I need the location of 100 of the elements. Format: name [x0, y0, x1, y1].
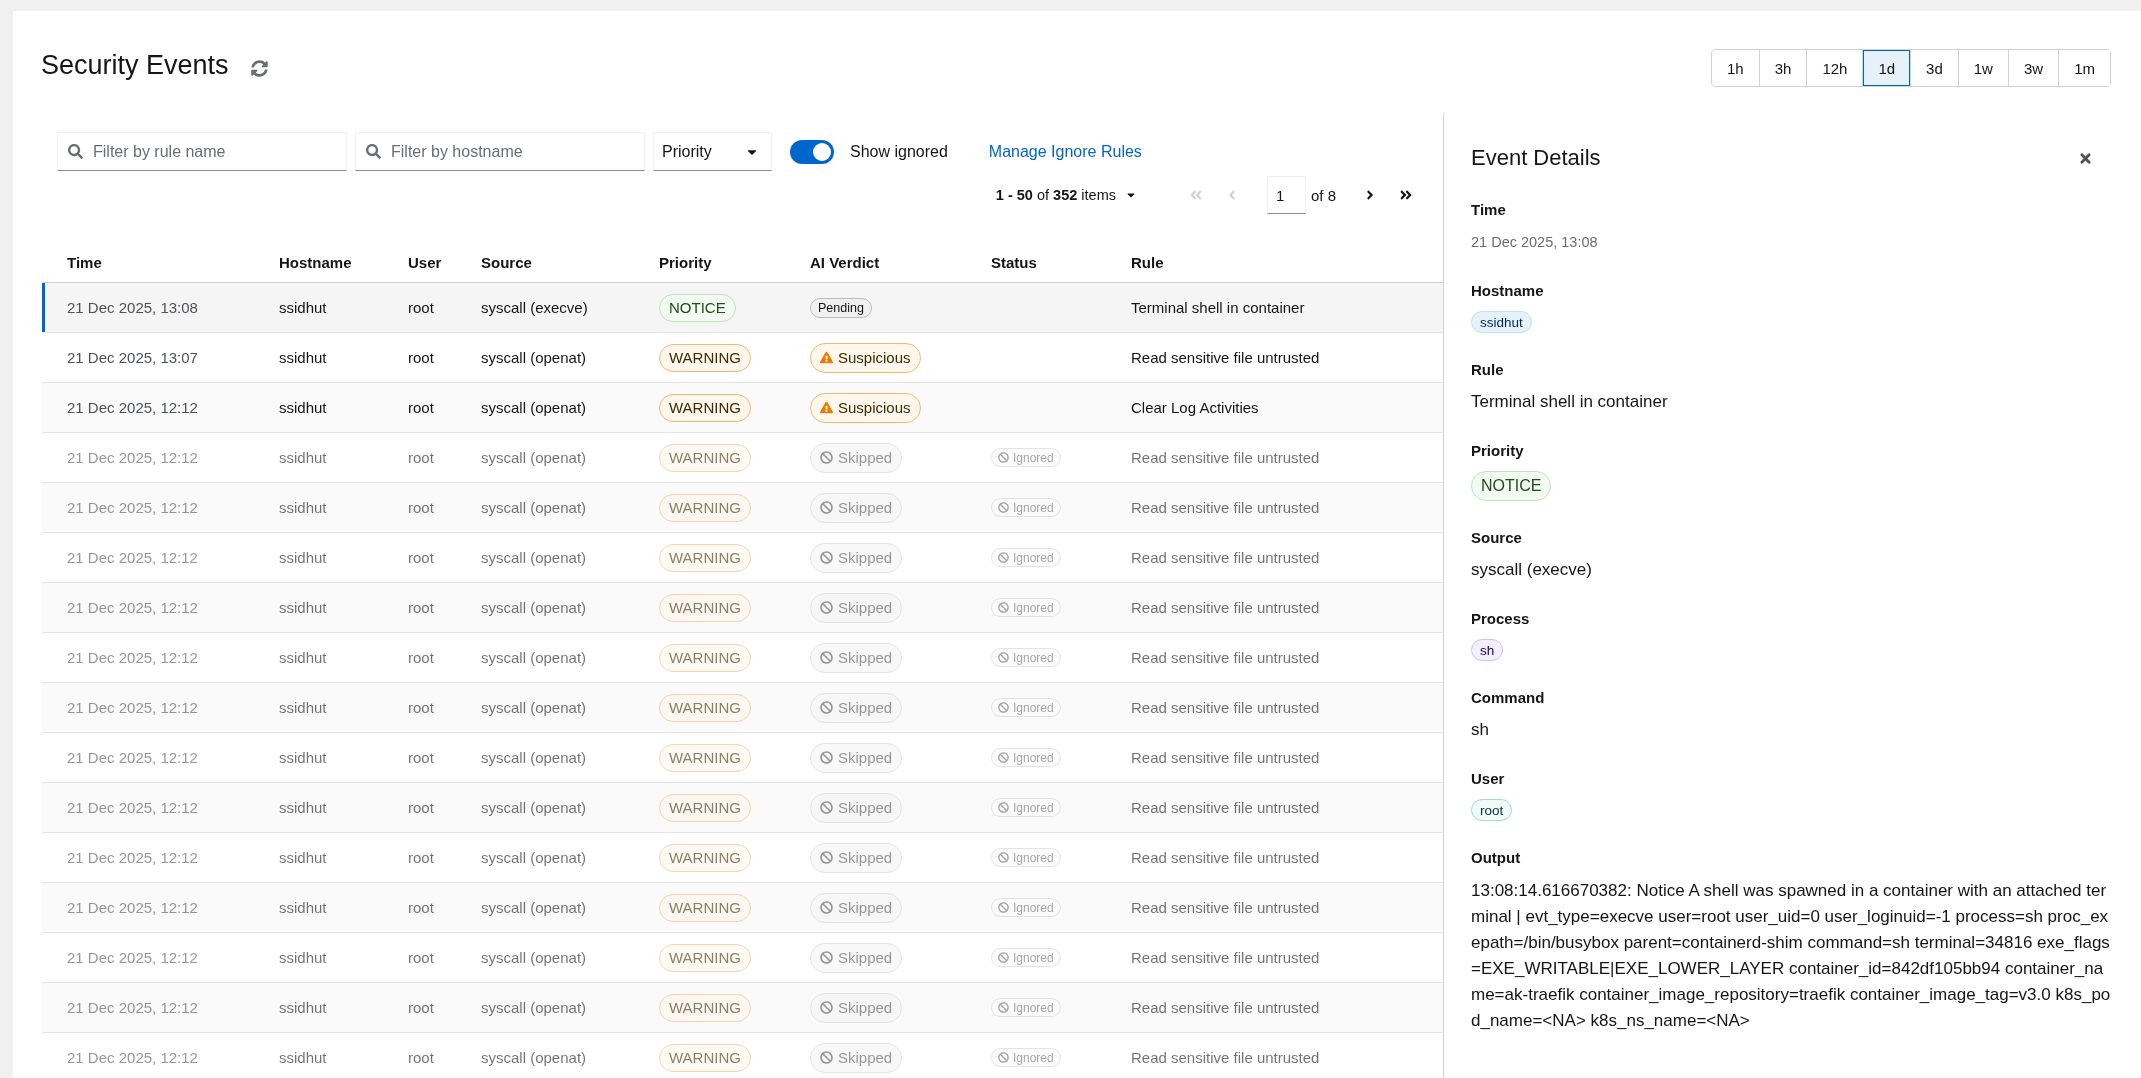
- ban-icon: [820, 1001, 833, 1014]
- search-field[interactable]: Filter by hostname: [355, 132, 645, 171]
- search-field[interactable]: Filter by rule name: [57, 132, 347, 171]
- status-label: Ignored: [1013, 750, 1054, 765]
- field-value: Terminal shell in container: [1471, 391, 1668, 413]
- time-text: 21 Dec 2025, 12:12: [67, 599, 198, 616]
- hostname-text: ssidhut: [279, 399, 327, 416]
- pagination-menu-toggle[interactable]: 1 - 50 of 352 items: [995, 187, 1137, 203]
- event-row[interactable]: 21 Dec 2025, 12:12 ssidhut root syscall (openat) WARNING Skipped Ignored Read sensitive file untrusted: [42, 883, 1443, 933]
- field-value: 21 Dec 2025, 13:08: [1471, 233, 1598, 252]
- close-button[interactable]: [2078, 150, 2093, 166]
- verdict-badge: Pending: [810, 297, 872, 318]
- priority-badge: WARNING: [659, 993, 751, 1022]
- status-label: Ignored: [1013, 550, 1054, 565]
- ban-icon: [998, 1002, 1009, 1013]
- verdict-label: Skipped: [838, 849, 893, 866]
- time-text: 21 Dec 2025, 12:12: [67, 799, 198, 816]
- verdict-label: Skipped: [838, 549, 893, 566]
- ban-icon: [998, 852, 1009, 863]
- priority-select[interactable]: Priority: [653, 132, 772, 171]
- time-text: 21 Dec 2025, 12:12: [67, 849, 198, 866]
- time-range-button[interactable]: 1m: [2058, 50, 2110, 86]
- user-text: root: [408, 299, 434, 316]
- rule-text: Read sensitive file untrusted: [1131, 1049, 1320, 1066]
- ban-icon: [820, 701, 833, 714]
- field-value: syscall (execve): [1471, 559, 1592, 581]
- manage-ignore-rules-link[interactable]: Manage Ignore Rules: [988, 142, 1142, 161]
- panel-title: Event Details: [1471, 145, 1601, 171]
- time-range-button[interactable]: 1d: [1862, 50, 1911, 86]
- user-text: root: [408, 799, 434, 816]
- ban-icon: [820, 901, 833, 914]
- time-text: 21 Dec 2025, 12:12: [67, 1049, 198, 1066]
- event-row[interactable]: 21 Dec 2025, 12:12 ssidhut root syscall (openat) WARNING Suspicious Clear Log Activities: [42, 383, 1443, 433]
- column-header[interactable]: Rule: [1131, 254, 1164, 271]
- ban-icon: [998, 602, 1009, 613]
- event-row[interactable]: 21 Dec 2025, 12:12 ssidhut root syscall (openat) WARNING Skipped Ignored Read sensitive file untrusted: [42, 583, 1443, 633]
- time-text: 21 Dec 2025, 13:08: [67, 299, 198, 316]
- source-text: syscall (openat): [481, 499, 587, 516]
- column-header[interactable]: Status: [991, 254, 1037, 271]
- refresh-button[interactable]: [250, 59, 268, 77]
- user-text: root: [408, 449, 434, 466]
- hostname-text: ssidhut: [279, 449, 327, 466]
- rule-text: Read sensitive file untrusted: [1131, 999, 1320, 1016]
- page-input[interactable]: 1: [1266, 176, 1306, 214]
- status-label: Ignored: [1013, 700, 1054, 715]
- close-icon: [2078, 150, 2093, 166]
- hostname-text: ssidhut: [279, 299, 327, 316]
- time-text: 21 Dec 2025, 12:12: [67, 749, 198, 766]
- value-tag: root: [1471, 799, 1513, 821]
- source-text: syscall (openat): [481, 699, 587, 716]
- rule-text: Read sensitive file untrusted: [1131, 649, 1320, 666]
- column-header[interactable]: Hostname: [279, 254, 352, 271]
- ban-icon: [820, 801, 833, 814]
- rule-text: Read sensitive file untrusted: [1131, 349, 1320, 366]
- rule-text: Read sensitive file untrusted: [1131, 449, 1320, 466]
- warning-icon: [820, 401, 833, 414]
- hostname-text: ssidhut: [279, 349, 327, 366]
- status-label: Ignored: [1013, 1000, 1054, 1015]
- ban-icon: [998, 902, 1009, 913]
- field-label: User: [1471, 769, 1505, 789]
- priority-badge: WARNING: [659, 543, 751, 572]
- verdict-label: Skipped: [838, 699, 893, 716]
- column-header[interactable]: Time: [67, 254, 102, 271]
- ban-icon: [998, 752, 1009, 763]
- verdict-label: Skipped: [838, 499, 893, 516]
- field-label: Priority: [1471, 441, 1524, 461]
- column-header[interactable]: User: [408, 254, 442, 271]
- user-text: root: [408, 399, 434, 416]
- priority-badge: WARNING: [659, 693, 751, 722]
- rule-text: Read sensitive file untrusted: [1131, 949, 1320, 966]
- ban-icon: [998, 702, 1009, 713]
- hostname-text: ssidhut: [279, 749, 327, 766]
- rule-text: Read sensitive file untrusted: [1131, 899, 1320, 916]
- time-text: 21 Dec 2025, 12:12: [67, 649, 198, 666]
- source-text: syscall (openat): [481, 399, 587, 416]
- column-header[interactable]: Priority: [659, 254, 712, 271]
- ban-icon: [998, 952, 1009, 963]
- priority-badge: WARNING: [659, 443, 751, 472]
- priority-badge: WARNING: [659, 943, 751, 972]
- event-row[interactable]: 21 Dec 2025, 13:08 ssidhut root syscall (execve) NOTICE Pending Terminal shell in container: [42, 283, 1443, 333]
- show-ignored-switch[interactable]: [790, 139, 834, 164]
- status-label: Ignored: [1013, 600, 1054, 615]
- event-row[interactable]: 21 Dec 2025, 12:12 ssidhut root syscall (openat) WARNING Skipped Ignored Read sensitive file untrusted: [42, 783, 1443, 833]
- double-chevron-left-icon: [1188, 188, 1203, 202]
- event-row[interactable]: 21 Dec 2025, 12:12 ssidhut root syscall (openat) WARNING Skipped Ignored Read sensitive file untrusted: [42, 483, 1443, 533]
- rule-text: Read sensitive file untrusted: [1131, 749, 1320, 766]
- status-label: Ignored: [1013, 650, 1054, 665]
- column-header[interactable]: Source: [481, 254, 532, 271]
- event-row[interactable]: 21 Dec 2025, 12:12 ssidhut root syscall (openat) WARNING Skipped Ignored Read sensitive file untrusted: [42, 983, 1443, 1033]
- field-label: Time: [1471, 200, 1506, 220]
- rule-text: Read sensitive file untrusted: [1131, 499, 1320, 516]
- column-header[interactable]: AI Verdict: [810, 254, 880, 271]
- verdict-label: Skipped: [838, 649, 893, 666]
- ban-icon: [820, 551, 833, 564]
- value-tag: sh: [1471, 639, 1504, 661]
- event-row[interactable]: 21 Dec 2025, 12:12 ssidhut root syscall (openat) WARNING Skipped Ignored Read sensitive file untrusted: [42, 683, 1443, 733]
- rule-text: Clear Log Activities: [1131, 399, 1259, 416]
- verdict-label: Skipped: [838, 599, 893, 616]
- status-label: Ignored: [1013, 450, 1054, 465]
- output-text: 13:08:14.616670382: Notice A shell was spawned in a container with an attached terminal | evt_type=execve user=root user_uid=0 user_loginuid=-1 process=sh proc_exepath=/bin/busybox parent=containerd-shim command=sh terminal=34816 exe_flags=EXE_WRITABLE|EXE_LOWER_LAYER container_id=842df105bb94 container_name=ak-traefik container_image_repository=traefik container_image_tag=v3.0 k8s_pod_name=<NA> k8s_ns_name=<NA>: [1471, 880, 2111, 1032]
